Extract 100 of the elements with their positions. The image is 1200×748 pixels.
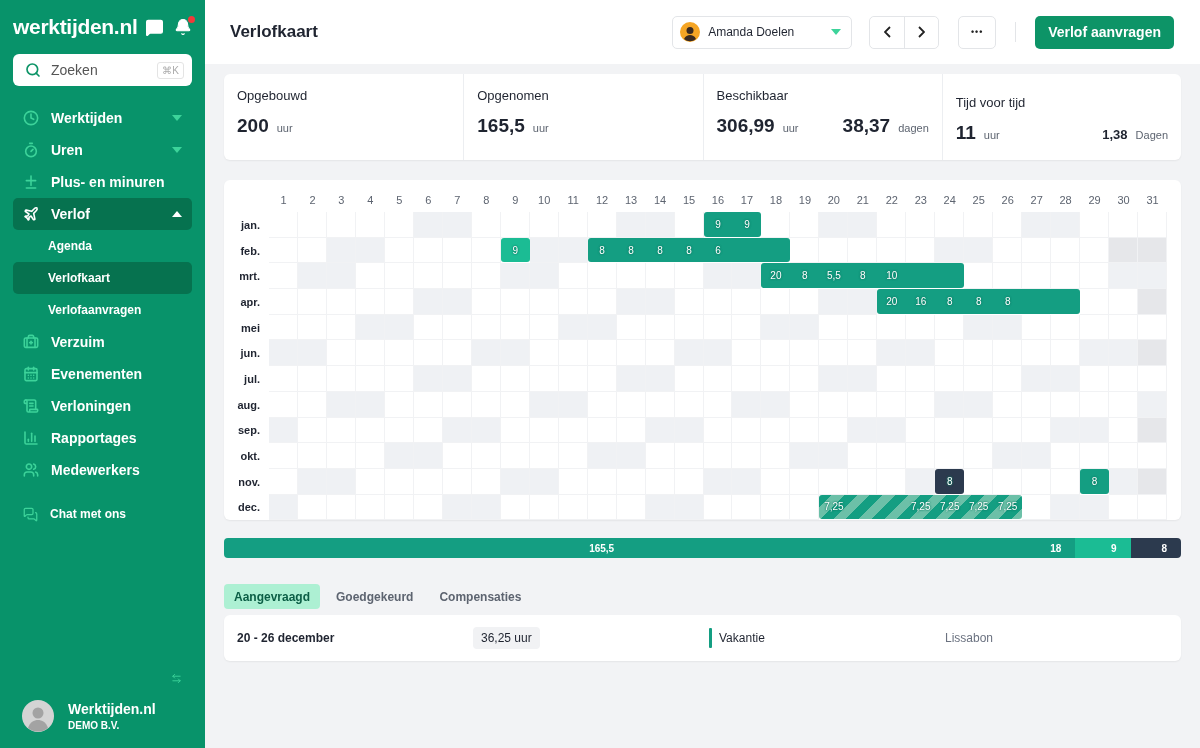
calendar-cell <box>1138 417 1167 444</box>
more-button[interactable]: ••• <box>958 15 997 49</box>
avatar-icon[interactable] <box>22 700 54 732</box>
hours-value: 8 <box>859 270 867 282</box>
calendar-cell <box>1138 340 1167 367</box>
calendar-cell <box>1138 237 1167 264</box>
calendar-cell <box>732 289 762 315</box>
sidebar-item[interactable]: Verzuim <box>13 326 192 358</box>
calendar-cell <box>616 263 646 290</box>
leave-block[interactable]: 20 16 8 8 8 <box>877 289 1081 314</box>
sidebar-item[interactable]: Verlof <box>13 198 192 230</box>
search-field[interactable]: Zoeken <box>49 61 150 79</box>
leave-block[interactable]: 8 <box>935 468 965 494</box>
hours-value: 6 <box>714 244 722 256</box>
page-title: Verlofkaart <box>230 22 319 42</box>
logo[interactable]: werktijden.nl <box>13 15 138 39</box>
calendar-cell <box>1138 212 1167 238</box>
calendar-cell <box>819 237 849 264</box>
calendar-cell <box>790 237 820 264</box>
calendar-cell <box>790 289 820 315</box>
calendar-cell <box>790 468 820 495</box>
calendar-cell <box>645 212 675 238</box>
month-label: dec. <box>237 500 261 516</box>
calendar-cell <box>993 314 1023 341</box>
month-label: mrt. <box>238 269 261 285</box>
calendar-cell <box>558 212 588 238</box>
day-number: 15 <box>681 193 697 208</box>
company-name: DEMO B.V. <box>68 720 121 731</box>
sidebar-item[interactable]: Uren <box>13 134 192 166</box>
caret-icon <box>172 147 182 153</box>
calendar-cell <box>877 237 907 264</box>
calendar-cell <box>616 212 646 238</box>
calendar-cell <box>1138 391 1167 418</box>
calendar-cell <box>906 237 936 264</box>
sidebar-item[interactable]: Medewerkers <box>13 454 192 486</box>
leave-block[interactable]: 8 <box>1080 468 1110 494</box>
calendar-cell <box>819 468 849 495</box>
month-label: jan. <box>239 217 261 233</box>
sidebar-subitem[interactable]: Verlofkaart <box>13 262 192 294</box>
day-number: 6 <box>424 193 433 208</box>
day-number: 5 <box>395 193 404 208</box>
sidebar-item[interactable]: Verloningen <box>13 390 192 422</box>
hours-value: 9 <box>714 218 722 230</box>
employee-select[interactable]: Amanda Doelen <box>672 15 853 49</box>
tab[interactable]: Aangevraagd <box>224 584 321 610</box>
stat-unit: Dagen <box>1135 129 1168 141</box>
calendar-cell <box>906 314 936 341</box>
hours-value: 10 <box>885 270 899 282</box>
leave-block[interactable]: 20 8 5,5 8 10 <box>761 263 965 289</box>
sidebar-item[interactable]: Evenementen <box>13 358 192 390</box>
day-number: 30 <box>1116 193 1131 208</box>
tab[interactable]: Goedgekeurd <box>326 584 424 610</box>
nav-icon <box>23 366 39 382</box>
notification-bell-icon[interactable] <box>174 18 192 36</box>
calendar-cell <box>964 237 994 264</box>
tab[interactable]: Compensaties <box>429 584 532 610</box>
stat-value: 165,5 <box>477 115 525 137</box>
calendar-cell <box>993 468 1023 495</box>
day-number: 17 <box>739 193 755 208</box>
stat-label: Opgenomen <box>477 88 550 103</box>
calendar-cell <box>674 263 704 290</box>
chat-icon[interactable] <box>145 17 164 37</box>
stat-label: Beschikbaar <box>716 88 790 103</box>
calendar-cell <box>1109 391 1139 418</box>
calendar-cell <box>848 314 878 341</box>
calendar-cell <box>1138 468 1167 495</box>
calendar-cell <box>732 263 762 290</box>
calendar-cell <box>1051 443 1081 469</box>
hours-value: 5,5 <box>825 270 842 282</box>
calendar-cell <box>935 314 965 341</box>
search-bar[interactable]: Zoeken ⌘K <box>13 54 192 86</box>
nav-icon <box>23 142 39 158</box>
sidebar-item[interactable]: Werktijden <box>13 102 192 134</box>
calendar-cell <box>906 468 936 495</box>
calendar-cell <box>964 468 994 495</box>
stat-unit: uur <box>782 122 799 134</box>
calendar-cell <box>761 494 791 521</box>
request-row[interactable]: 20 - 26 december 36,25 uur Vakantie Lissabon <box>224 615 1181 662</box>
leave-block[interactable]: 9 9 <box>703 212 762 237</box>
calendar-cell <box>1138 366 1167 392</box>
day-number: 3 <box>337 193 346 208</box>
chat-link[interactable]: Chat met ons <box>13 498 192 530</box>
leave-block[interactable]: 8 8 8 8 6 <box>587 237 791 263</box>
hours-badge: 36,25 uur <box>473 627 540 650</box>
hours-value: 7,25 <box>823 501 845 513</box>
calendar-cell <box>1080 443 1110 469</box>
sidebar-subitem[interactable]: Verlofaanvragen <box>13 294 192 326</box>
calendar-cell <box>1109 443 1139 469</box>
sidebar-subitem[interactable]: Agenda <box>13 230 192 262</box>
hours-value: 8 <box>1003 295 1012 307</box>
calendar-cell <box>1051 314 1081 341</box>
sidebar-item[interactable]: Rapportages <box>13 422 192 454</box>
hours-value: 8 <box>1090 475 1099 487</box>
nav-icon <box>23 174 39 190</box>
calendar-cell <box>1022 314 1052 341</box>
request-leave-button[interactable]: Verlof aanvragen <box>1035 15 1174 49</box>
calendar-cell <box>471 263 501 290</box>
day-number: 29 <box>1087 193 1102 208</box>
sidebar-item[interactable]: Plus- en minuren <box>13 166 192 198</box>
month-label: jul. <box>242 371 261 387</box>
